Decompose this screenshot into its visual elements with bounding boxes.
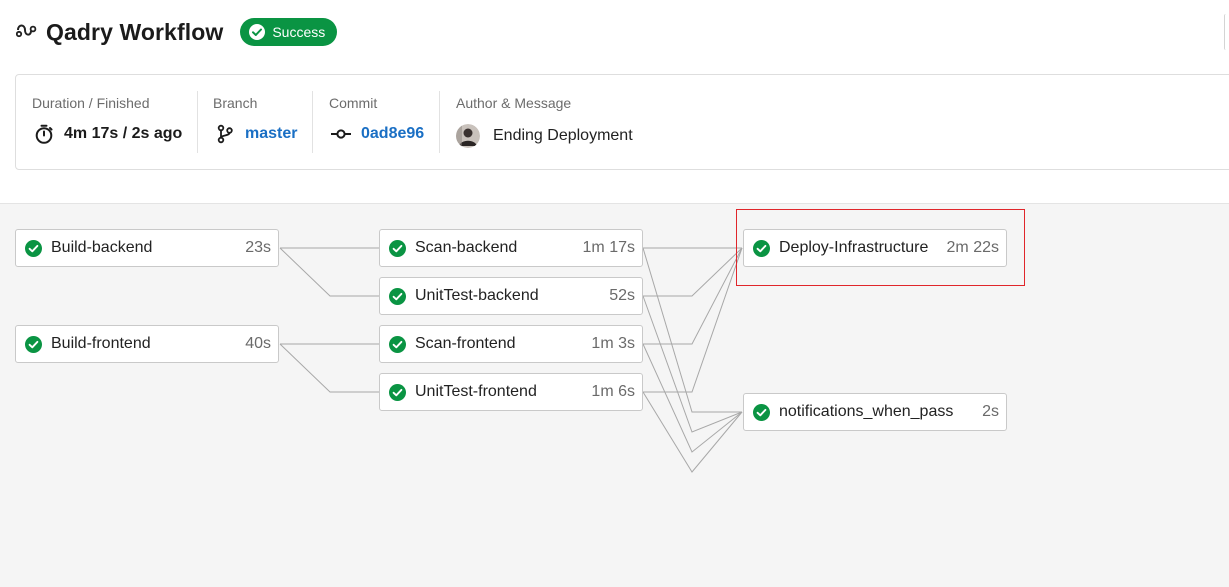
page-title: Qadry Workflow [46, 18, 224, 45]
success-check-icon [389, 383, 406, 401]
job-duration: 23s [245, 239, 271, 256]
job-name: notifications_when_pass [779, 403, 954, 420]
author-label: Author & Message [456, 95, 572, 111]
branch-label: Branch [213, 95, 258, 111]
workflow-header: Qadry Workflow Success [16, 16, 338, 48]
job-duration: 1m 6s [591, 383, 635, 400]
commit-label: Commit [329, 95, 378, 111]
status-badge-label: Success [272, 24, 326, 40]
job-scan-frontend[interactable]: Scan-frontend 1m 3s [379, 325, 643, 363]
duration-value: 4m 17s / 2s ago [64, 125, 183, 142]
success-check-icon [753, 239, 770, 257]
stopwatch-icon [34, 124, 54, 144]
commit-message: Ending Deployment [493, 127, 633, 144]
job-duration: 1m 3s [591, 335, 635, 352]
divider [312, 91, 313, 153]
success-check-icon [25, 335, 42, 353]
check-circle-icon [248, 23, 266, 41]
job-name: Build-backend [51, 239, 153, 256]
job-name: Scan-frontend [415, 335, 516, 352]
job-duration: 2s [982, 403, 999, 420]
job-name: Deploy-Infrastructure [779, 239, 929, 256]
job-deploy-infrastructure[interactable]: Deploy-Infrastructure 2m 22s [743, 229, 1007, 267]
scrollbar[interactable] [1224, 14, 1229, 50]
job-duration: 52s [609, 287, 635, 304]
workflow-icon [16, 21, 38, 43]
job-duration: 1m 17s [582, 239, 635, 256]
divider [197, 91, 198, 153]
job-duration: 2m 22s [946, 239, 999, 256]
job-unittest-frontend[interactable]: UnitTest-frontend 1m 6s [379, 373, 643, 411]
success-check-icon [389, 239, 406, 257]
job-build-frontend[interactable]: Build-frontend 40s [15, 325, 279, 363]
duration-label: Duration / Finished [32, 95, 150, 111]
success-check-icon [753, 403, 770, 421]
job-scan-backend[interactable]: Scan-backend 1m 17s [379, 229, 643, 267]
success-check-icon [25, 239, 42, 257]
pipeline-graph: Build-backend 23s Build-frontend 40s Sca… [0, 203, 1229, 587]
branch-value-row[interactable]: master [215, 124, 297, 144]
git-branch-icon [215, 124, 235, 144]
author-value-row: Ending Deployment [456, 124, 633, 148]
avatar[interactable] [456, 124, 480, 148]
status-badge: Success [240, 18, 338, 46]
job-duration: 40s [245, 335, 271, 352]
branch-link[interactable]: master [245, 125, 297, 143]
job-name: UnitTest-backend [415, 287, 539, 304]
commit-value-row[interactable]: 0ad8e96 [331, 124, 424, 144]
job-notifications-when-pass[interactable]: notifications_when_pass 2s [743, 393, 1007, 431]
job-name: UnitTest-frontend [415, 383, 537, 400]
success-check-icon [389, 335, 406, 353]
job-build-backend[interactable]: Build-backend 23s [15, 229, 279, 267]
job-name: Build-frontend [51, 335, 151, 352]
job-name: Scan-backend [415, 239, 518, 256]
divider [439, 91, 440, 153]
pipeline-summary-card: Duration / Finished 4m 17s / 2s ago Bran… [15, 74, 1229, 170]
git-commit-icon [331, 124, 351, 144]
commit-link[interactable]: 0ad8e96 [361, 125, 424, 143]
success-check-icon [389, 287, 406, 305]
duration-value-row: 4m 17s / 2s ago [34, 124, 182, 144]
job-unittest-backend[interactable]: UnitTest-backend 52s [379, 277, 643, 315]
